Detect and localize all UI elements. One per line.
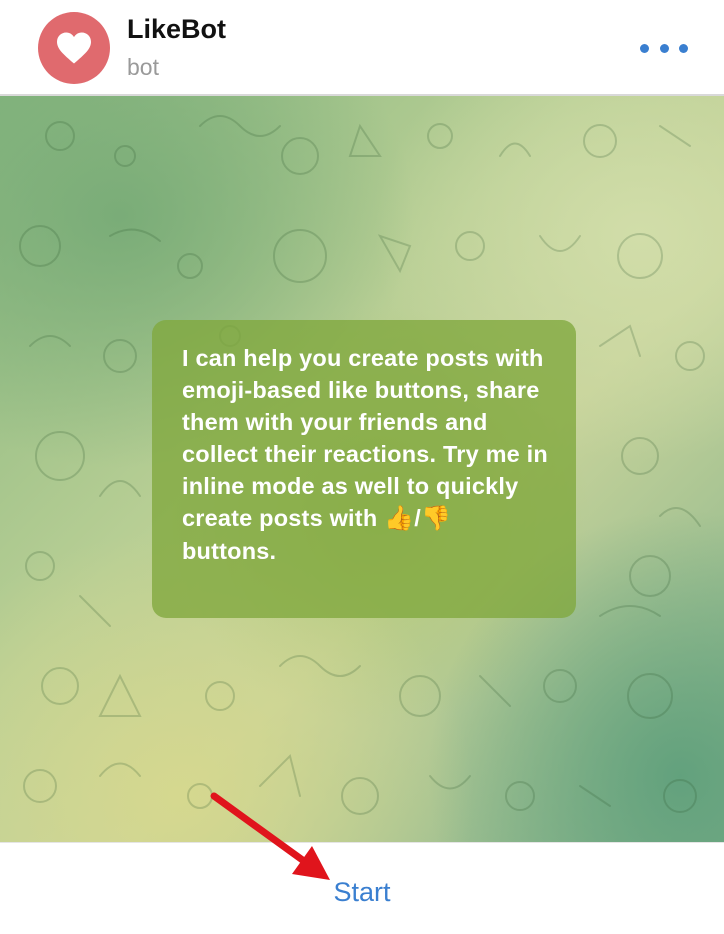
start-button[interactable]: Start: [0, 877, 724, 908]
chat-area: I can help you create posts with emoji-b…: [0, 96, 724, 842]
more-options-button[interactable]: [640, 34, 688, 62]
message-text: I can help you create posts with emoji-b…: [182, 345, 548, 531]
annotation-arrow-icon: [210, 792, 330, 880]
heart-icon: [57, 32, 91, 64]
chat-header: LikeBot bot: [0, 0, 724, 96]
thumbs-up-emoji: 👍: [384, 505, 415, 532]
message-bubble: I can help you create posts with emoji-b…: [152, 320, 576, 618]
emoji-separator: /: [414, 505, 421, 531]
more-horizontal-icon: [640, 43, 649, 53]
bottom-bar: Start: [0, 842, 724, 934]
message-text-end: buttons.: [182, 538, 277, 564]
chat-title: LikeBot: [127, 14, 227, 44]
chat-subtitle: bot: [127, 54, 159, 80]
avatar[interactable]: [38, 12, 110, 84]
thumbs-down-emoji: 👎: [420, 505, 452, 532]
